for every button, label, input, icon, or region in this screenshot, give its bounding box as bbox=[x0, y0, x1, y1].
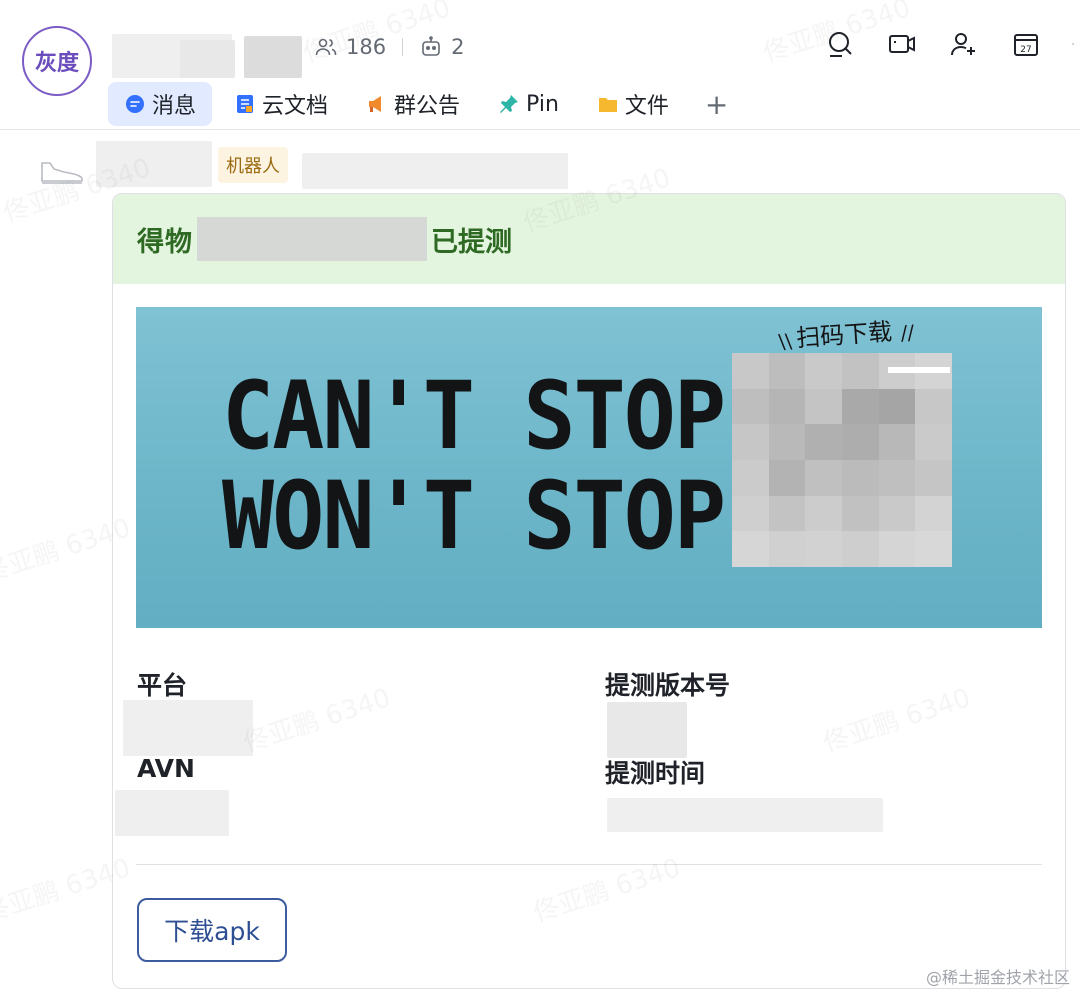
sender-name-masked bbox=[96, 141, 212, 187]
group-avatar-text: 灰度 bbox=[34, 51, 79, 76]
build-card: 得物 已提测 CAN'T STOP WON'T STOP 扫码下载 平台 提测版 bbox=[112, 193, 1066, 989]
chat-tabs: 消息 云文档 群公告 Pin 文件 + bbox=[108, 82, 742, 126]
field-label-test-time: 提测时间 bbox=[605, 759, 706, 788]
tab-label: 云文档 bbox=[262, 94, 329, 119]
group-name-masked bbox=[180, 40, 235, 78]
message-area: 机器人 得物 已提测 CAN'T STOP WON'T STOP 扫码下载 bbox=[0, 131, 1080, 998]
message-time-masked bbox=[302, 153, 568, 189]
field-value-version-masked bbox=[607, 702, 687, 758]
video-call-icon[interactable] bbox=[886, 28, 918, 60]
field-label-avn: AVN bbox=[137, 754, 195, 783]
promo-banner: CAN'T STOP WON'T STOP 扫码下载 bbox=[136, 307, 1042, 628]
group-avatar[interactable]: 灰度 bbox=[22, 26, 92, 96]
field-value-avn-masked bbox=[115, 790, 229, 836]
card-header: 得物 已提测 bbox=[113, 194, 1065, 284]
banner-slogan: CAN'T STOP WON'T STOP bbox=[222, 362, 726, 571]
group-name-masked bbox=[244, 36, 302, 78]
sneaker-icon bbox=[40, 157, 84, 187]
banner-line: WON'T STOP bbox=[222, 462, 726, 571]
pin-icon bbox=[498, 93, 520, 115]
tab-files[interactable]: 文件 bbox=[581, 82, 685, 126]
group-meta: 186 2 bbox=[314, 32, 464, 62]
card-title-prefix: 得物 bbox=[137, 226, 193, 258]
field-label-version: 提测版本号 bbox=[605, 671, 731, 700]
tab-cloud-docs[interactable]: 云文档 bbox=[218, 82, 344, 126]
bot-icon[interactable] bbox=[419, 35, 443, 59]
banner-line: CAN'T STOP bbox=[222, 362, 726, 471]
bot-count[interactable]: 2 bbox=[451, 35, 464, 59]
more-icon[interactable] bbox=[1072, 28, 1080, 60]
scan-download-label: 扫码下载 bbox=[795, 312, 893, 354]
tab-pin[interactable]: Pin bbox=[482, 82, 575, 126]
tab-announcement[interactable]: 群公告 bbox=[350, 82, 476, 126]
calendar-icon[interactable]: 27 bbox=[1010, 28, 1042, 60]
tab-label: 群公告 bbox=[394, 94, 461, 119]
field-value-platform-masked bbox=[123, 700, 253, 756]
card-title-masked bbox=[197, 217, 427, 261]
doc-icon bbox=[234, 93, 256, 115]
decorative-line bbox=[888, 367, 950, 373]
bot-badge: 机器人 bbox=[218, 147, 288, 183]
field-value-test-time-masked bbox=[607, 798, 883, 832]
message-icon bbox=[124, 93, 146, 115]
source-watermark: @稀土掘金技术社区 bbox=[925, 968, 1070, 987]
announcement-icon bbox=[366, 93, 388, 115]
qr-code-masked[interactable] bbox=[732, 353, 952, 567]
folder-icon bbox=[597, 93, 619, 115]
tab-messages[interactable]: 消息 bbox=[108, 82, 213, 126]
tab-label: Pin bbox=[526, 91, 559, 117]
add-member-icon[interactable] bbox=[948, 28, 980, 60]
members-icon[interactable] bbox=[314, 35, 338, 59]
search-icon[interactable] bbox=[824, 28, 856, 60]
download-apk-button[interactable]: 下载apk bbox=[137, 898, 287, 962]
card-divider bbox=[136, 864, 1042, 865]
add-tab-button[interactable]: + bbox=[691, 88, 742, 121]
header-actions: 27 bbox=[824, 28, 1080, 60]
field-label-platform: 平台 bbox=[137, 671, 188, 700]
card-title-suffix: 已提测 bbox=[431, 226, 512, 258]
chat-header: 灰度 186 2 27 消息 云文档 群公告 Pin 文件 + bbox=[0, 0, 1080, 130]
tab-label: 消息 bbox=[152, 94, 197, 119]
member-count[interactable]: 186 bbox=[346, 35, 386, 59]
svg-text:27: 27 bbox=[1020, 45, 1031, 55]
meta-divider bbox=[402, 38, 404, 56]
tab-label: 文件 bbox=[624, 94, 669, 119]
